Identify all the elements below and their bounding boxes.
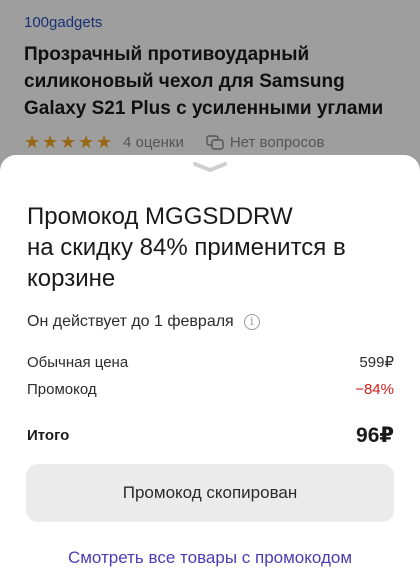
promo-title: Промокод MGGSDDRW на скидку 84% применит… [27, 203, 346, 292]
total-label: Итого [27, 427, 70, 444]
validity-row: Он действует до 1 февраля i [27, 313, 260, 331]
promo-bottom-sheet: Промокод MGGSDDRW на скидку 84% применит… [0, 155, 420, 577]
info-icon[interactable]: i [243, 314, 260, 330]
total-row: Итого 96₽ [27, 423, 394, 448]
regular-price-row: Обычная цена 599₽ [27, 353, 394, 372]
total-value: 96₽ [356, 424, 394, 447]
promo-discount-label: Промокод [27, 381, 97, 398]
view-all-products-link[interactable]: Смотреть все товары с промокодом [0, 548, 420, 568]
promo-copied-button[interactable]: Промокод скопирован [26, 464, 394, 522]
regular-price-label: Обычная цена [27, 353, 129, 371]
validity-text: Он действует до 1 февраля [27, 313, 234, 330]
regular-price-value: 599₽ [359, 354, 394, 371]
promo-discount-row: Промокод −84% [27, 381, 394, 398]
sheet-handle-chevron-icon[interactable] [192, 161, 228, 173]
promo-discount-value: −84% [355, 381, 394, 398]
